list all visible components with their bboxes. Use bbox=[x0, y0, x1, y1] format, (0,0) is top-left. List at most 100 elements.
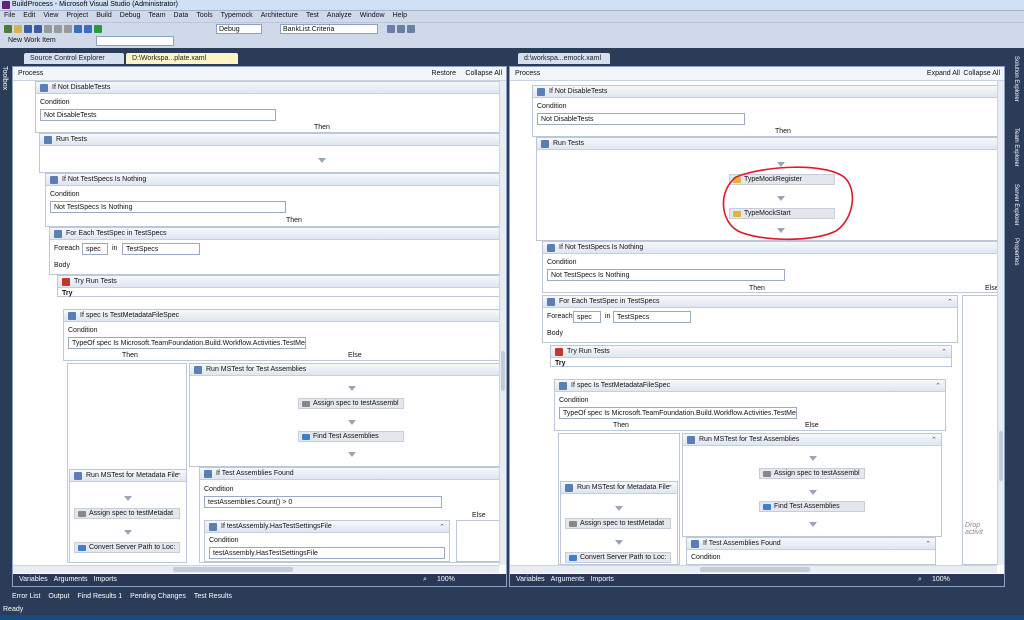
paste-icon[interactable] bbox=[64, 25, 72, 33]
menu-help[interactable]: Help bbox=[389, 11, 411, 19]
left-if-spec[interactable]: If spec Is TestMetadataFileSpec Conditio… bbox=[63, 309, 501, 361]
condition-field[interactable]: testAssemblies.Count() > 0 bbox=[204, 496, 442, 508]
toolbox-icon[interactable] bbox=[407, 25, 415, 33]
open-icon[interactable] bbox=[14, 25, 22, 33]
arguments-tab[interactable]: Arguments bbox=[54, 576, 88, 583]
collapse-icon[interactable]: ⌃ bbox=[439, 522, 445, 533]
condition-field[interactable]: TypeOf spec Is Microsoft.TeamFoundation.… bbox=[68, 337, 306, 349]
start-debugging-icon[interactable] bbox=[94, 25, 102, 33]
right-try-run-tests[interactable]: Try Run Tests ⌃ Try bbox=[550, 345, 952, 367]
left-run-mstest-meta[interactable]: Run MSTest for Metadata File ⌃ Assign spe… bbox=[69, 469, 187, 563]
convert-path-activity[interactable]: Convert Server Path to Loc: bbox=[74, 542, 180, 553]
menu-typemock[interactable]: Typemock bbox=[217, 11, 257, 19]
variables-tab[interactable]: Variables bbox=[516, 576, 545, 583]
collapse-icon[interactable]: ⌃ bbox=[931, 435, 937, 446]
collapse-icon[interactable]: ⌃ bbox=[667, 483, 673, 494]
new-project-icon[interactable] bbox=[4, 25, 12, 33]
zoom-level[interactable]: 100% bbox=[437, 574, 455, 586]
left-if-not-testspecs[interactable]: If Not TestSpecs Is Nothing Condition No… bbox=[45, 173, 501, 227]
convert-path-activity[interactable]: Convert Server Path to Loc: bbox=[565, 552, 671, 563]
left-horizontal-scrollbar[interactable] bbox=[13, 565, 499, 573]
find-combo[interactable]: BankList.Criteria bbox=[280, 24, 378, 34]
save-all-icon[interactable] bbox=[34, 25, 42, 33]
zoom-icon[interactable]: ⌕ bbox=[423, 574, 427, 586]
dock-solution-explorer[interactable]: Solution Explorer bbox=[1013, 56, 1019, 102]
menu-data[interactable]: Data bbox=[170, 11, 193, 19]
menu-tools[interactable]: Tools bbox=[192, 11, 216, 19]
assign-activity[interactable]: Assign spec to testAssembl bbox=[298, 398, 404, 409]
collapse-icon[interactable]: ⌃ bbox=[176, 471, 182, 482]
collapse-icon[interactable]: ⌃ bbox=[935, 381, 941, 392]
undo-icon[interactable] bbox=[74, 25, 82, 33]
properties-icon[interactable] bbox=[397, 25, 405, 33]
left-vertical-scrollbar[interactable] bbox=[499, 81, 506, 565]
condition-field[interactable]: TypeOf spec Is Microsoft.TeamFoundation.… bbox=[559, 407, 797, 419]
toolbox-dock[interactable]: Toolbox bbox=[0, 52, 11, 572]
scroll-thumb[interactable] bbox=[700, 567, 810, 572]
foreach-collection-field[interactable]: TestSpecs bbox=[122, 243, 200, 255]
menu-team[interactable]: Team bbox=[144, 11, 169, 19]
left-try-run-tests[interactable]: Try Run Tests Try bbox=[57, 275, 501, 297]
right-process-breadcrumb[interactable]: Process bbox=[515, 70, 540, 77]
foreach-var-field[interactable]: spec bbox=[573, 311, 601, 323]
left-run-tests[interactable]: Run Tests bbox=[39, 133, 501, 173]
menu-file[interactable]: File bbox=[0, 11, 19, 19]
right-collapse-all-button[interactable]: Collapse All bbox=[963, 67, 1000, 80]
assign-meta-activity[interactable]: Assign spec to testMetadat bbox=[74, 508, 180, 519]
condition-field[interactable]: testAssembly.HasTestSettingsFile bbox=[209, 547, 445, 559]
tab-output[interactable]: Output bbox=[48, 593, 69, 600]
foreach-var-field[interactable]: spec bbox=[82, 243, 108, 255]
left-run-mstest[interactable]: Run MSTest for Test Assemblies Assign sp… bbox=[189, 363, 501, 467]
dock-properties[interactable]: Properties bbox=[1013, 238, 1019, 265]
cut-icon[interactable] bbox=[44, 25, 52, 33]
right-expand-all-button[interactable]: Expand All bbox=[927, 67, 960, 80]
imports-tab[interactable]: Imports bbox=[591, 576, 614, 583]
menu-architecture[interactable]: Architecture bbox=[257, 11, 302, 19]
zoom-level[interactable]: 100% bbox=[932, 574, 950, 586]
right-vertical-scrollbar[interactable] bbox=[997, 81, 1004, 565]
collapse-icon[interactable]: ⌃ bbox=[925, 539, 931, 550]
condition-field[interactable]: Not DisableTests bbox=[537, 113, 745, 125]
condition-field[interactable]: Not DisableTests bbox=[40, 109, 276, 121]
scroll-thumb[interactable] bbox=[999, 431, 1003, 481]
menu-build[interactable]: Build bbox=[92, 11, 116, 19]
dock-team-explorer[interactable]: Team Explorer bbox=[1013, 128, 1019, 167]
menu-view[interactable]: View bbox=[39, 11, 62, 19]
save-icon[interactable] bbox=[24, 25, 32, 33]
find-test-assemblies-activity[interactable]: Find Test Assemblies bbox=[298, 431, 404, 442]
collapse-icon[interactable]: ⌃ bbox=[941, 347, 947, 358]
tab-find-results[interactable]: Find Results 1 bbox=[77, 593, 122, 600]
scroll-thumb[interactable] bbox=[501, 351, 505, 391]
menu-analyze[interactable]: Analyze bbox=[323, 11, 356, 19]
imports-tab[interactable]: Imports bbox=[94, 576, 117, 583]
menu-test[interactable]: Test bbox=[302, 11, 323, 19]
right-if-not-testspecs[interactable]: If Not TestSpecs Is Nothing Condition No… bbox=[542, 241, 999, 293]
right-if-not-disabletests[interactable]: If Not DisableTests Condition Not Disabl… bbox=[532, 85, 998, 137]
right-run-mstest[interactable]: Run MSTest for Test Assemblies ⌃ Assign s… bbox=[682, 433, 942, 537]
right-foreach[interactable]: For Each TestSpec in TestSpecs ⌃ Foreach … bbox=[542, 295, 958, 343]
right-horizontal-scrollbar[interactable] bbox=[510, 565, 997, 573]
condition-field[interactable]: Not TestSpecs Is Nothing bbox=[547, 269, 785, 281]
collapse-icon[interactable]: ⌃ bbox=[947, 297, 953, 308]
tab-source-control-explorer[interactable]: Source Control Explorer bbox=[24, 53, 124, 64]
tab-right-xaml[interactable]: d:\workspa...emock.xaml bbox=[518, 53, 610, 64]
dock-server-explorer[interactable]: Server Explorer bbox=[1013, 184, 1019, 226]
work-item-query-combo[interactable] bbox=[96, 36, 174, 46]
copy-icon[interactable] bbox=[54, 25, 62, 33]
solution-config-combo[interactable]: Debug bbox=[216, 24, 262, 34]
menu-debug[interactable]: Debug bbox=[116, 11, 145, 19]
assign-activity[interactable]: Assign spec to testAssembl bbox=[759, 468, 865, 479]
assign-meta-activity[interactable]: Assign spec to testMetadat bbox=[565, 518, 671, 529]
variables-tab[interactable]: Variables bbox=[19, 576, 48, 583]
left-process-breadcrumb[interactable]: Process bbox=[18, 70, 43, 77]
tab-test-results[interactable]: Test Results bbox=[194, 593, 232, 600]
left-if-test-assemblies-found[interactable]: If Test Assemblies Found Condition testA… bbox=[199, 467, 501, 563]
condition-field[interactable]: Not TestSpecs Is Nothing bbox=[50, 201, 286, 213]
left-if-not-disabletests[interactable]: If Not DisableTests Condition Not Disabl… bbox=[35, 81, 501, 133]
arguments-tab[interactable]: Arguments bbox=[551, 576, 585, 583]
zoom-icon[interactable]: ⌕ bbox=[918, 574, 922, 586]
right-run-mstest-meta[interactable]: Run MSTest for Metadata File ⌃ Assign spe… bbox=[560, 481, 678, 565]
left-foreach[interactable]: For Each TestSpec in TestSpecs Foreach s… bbox=[49, 227, 501, 275]
find-test-assemblies-activity[interactable]: Find Test Assemblies bbox=[759, 501, 865, 512]
tab-pending-changes[interactable]: Pending Changes bbox=[130, 593, 186, 600]
